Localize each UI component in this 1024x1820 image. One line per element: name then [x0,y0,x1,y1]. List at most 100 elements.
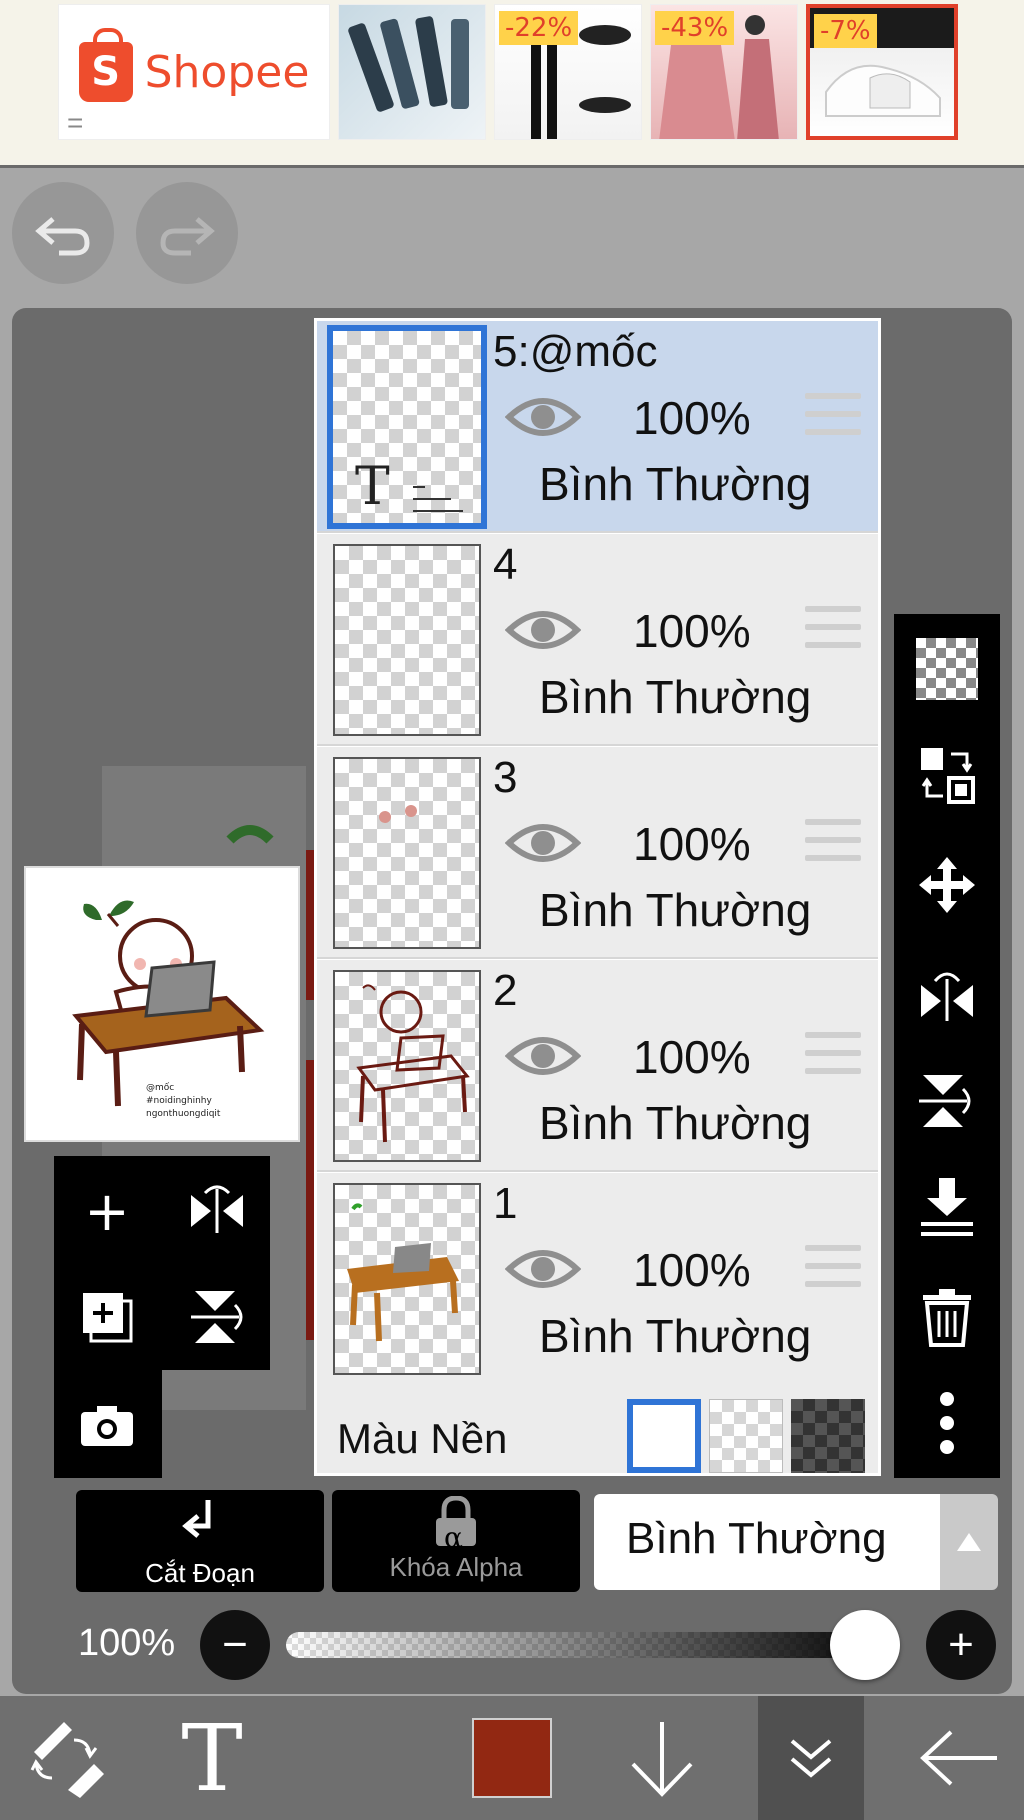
ad-carousel[interactable]: S Shopee = -22% -43% -7% [58,4,966,140]
blend-mode-select[interactable]: Bình Thường [594,1494,940,1590]
merge-down-button[interactable] [902,1162,992,1252]
transparency-button[interactable] [902,624,992,714]
flip-vertical-button[interactable] [172,1272,262,1362]
eye-icon [504,398,582,436]
flip-horizontal-button[interactable] [172,1166,262,1256]
layer-row[interactable]: 3 100% Bình Thường [317,747,878,959]
eye-icon [504,1250,582,1288]
swap-layer-icon [921,748,975,804]
merge-down-icon [921,1178,973,1236]
credit-line: @mốc [146,1083,175,1093]
arrow-down-icon [631,1722,693,1797]
visibility-toggle[interactable] [504,817,582,874]
bottom-toolbar: T [0,1696,1024,1820]
move-icon [919,857,975,913]
more-options-button[interactable] [902,1378,992,1468]
layer-opacity: 100% [633,1031,751,1083]
background-dark-checker-swatch[interactable] [791,1399,865,1473]
flip-layer-horizontal-button[interactable] [902,950,992,1040]
blend-mode-dropdown-button[interactable] [940,1494,998,1590]
background-checker-swatch[interactable] [709,1399,783,1473]
visibility-toggle[interactable] [504,604,582,661]
undo-arrow-icon [35,217,90,256]
swap-layer-button[interactable] [902,730,992,820]
layer-blend-mode: Bình Thường [539,458,812,510]
ad-menu-icon[interactable]: = [67,109,83,137]
background-white-swatch[interactable] [627,1399,701,1473]
discount-badge: -22% [499,11,579,45]
trash-icon [923,1289,971,1347]
drag-handle-icon[interactable] [805,393,861,441]
eye-icon [504,1037,582,1075]
layers-panel-toggle-button[interactable] [758,1696,864,1820]
layer-thumbnail[interactable] [333,757,481,949]
move-button[interactable] [902,840,992,930]
visibility-toggle[interactable] [504,391,582,448]
text-tool-button[interactable]: T [162,1696,262,1820]
drag-handle-icon[interactable] [805,819,861,867]
ad-product-4[interactable]: -7% [806,4,958,140]
preview-credit-text: @mốc #noidinghinhy ngonthuongdiqit [146,1082,220,1121]
layer-thumbnail[interactable] [333,1183,481,1375]
visibility-toggle[interactable] [504,1030,582,1087]
blush-dots-thumbnail [379,805,417,823]
layer-row[interactable]: 2 100% Bình Thường [317,960,878,1172]
layer-thumbnail[interactable] [333,970,481,1162]
flip-vertical-icon [191,1291,243,1343]
visibility-toggle[interactable] [504,1243,582,1300]
product-image-bottles [348,16,469,112]
triangle-up-icon [957,1533,981,1551]
ad-product-3[interactable]: -43% [650,4,798,140]
layer-blend-mode: Bình Thường [539,671,812,723]
redo-button[interactable] [136,182,238,284]
add-layer-button[interactable]: + [62,1166,152,1256]
back-button[interactable] [904,1696,1014,1820]
shopee-logo-card[interactable]: S Shopee = [58,4,330,140]
layer-row[interactable]: 1 100% Bình Thường [317,1173,878,1385]
move-layer-down-button[interactable] [612,1696,712,1820]
ad-product-1[interactable] [338,4,486,140]
chevron-double-down-icon [790,1739,832,1778]
drag-handle-icon[interactable] [805,1032,861,1080]
layer-row[interactable]: 4 100% Bình Thường [317,534,878,746]
text-tool-icon: T [181,1704,243,1812]
layer-row[interactable]: T 5:@mốc 100% Bình Thường [317,321,878,533]
opacity-slider-knob[interactable] [830,1610,900,1680]
current-color-swatch [472,1718,552,1798]
lock-icon: α [332,1490,580,1554]
flip-layer-vertical-button[interactable] [902,1056,992,1146]
layer-thumbnail[interactable] [333,544,481,736]
color-picker-button[interactable] [462,1696,562,1820]
ad-banner[interactable]: S Shopee = -22% -43% -7% [0,0,1024,168]
opacity-decrease-button[interactable]: − [200,1610,270,1680]
layer-panel[interactable]: T 5:@mốc 100% Bình Thường 4 100% Bình Th… [314,318,881,1476]
layer-opacity: 100% [633,1244,751,1296]
duplicate-layer-button[interactable] [62,1272,152,1362]
camera-icon [81,1406,133,1446]
opacity-slider-track[interactable] [286,1632,890,1658]
ad-product-2[interactable]: -22% [494,4,642,140]
lineart-thumbnail [356,984,470,1143]
more-vertical-icon [940,1392,954,1454]
flip-horizontal-icon [191,1185,243,1233]
brush-eraser-switch-button[interactable] [14,1696,114,1820]
shopee-bag-icon: S [78,28,133,102]
color-fill-thumbnail [347,1203,459,1342]
duplicate-layer-icon [83,1293,133,1343]
alpha-glyph: α [444,1521,463,1554]
alpha-lock-button[interactable]: α Khóa Alpha [332,1490,580,1592]
delete-layer-button[interactable] [902,1272,992,1362]
arrow-left-icon [920,1730,997,1786]
layer-name: 2 [493,966,518,1015]
drag-handle-icon[interactable] [805,1245,861,1293]
drag-handle-icon[interactable] [805,606,861,654]
layer-thumbnail[interactable]: T [327,325,487,529]
text-layer-glyph: T [355,457,390,517]
background-color-row: Màu Nền [317,1383,878,1473]
undo-button[interactable] [12,182,114,284]
clipping-label: Cắt Đoạn [145,1558,255,1588]
layer-opacity: 100% [633,392,751,444]
camera-button[interactable] [62,1380,152,1470]
opacity-increase-button[interactable]: + [926,1610,996,1680]
clipping-button[interactable]: Cắt Đoạn [76,1490,324,1592]
